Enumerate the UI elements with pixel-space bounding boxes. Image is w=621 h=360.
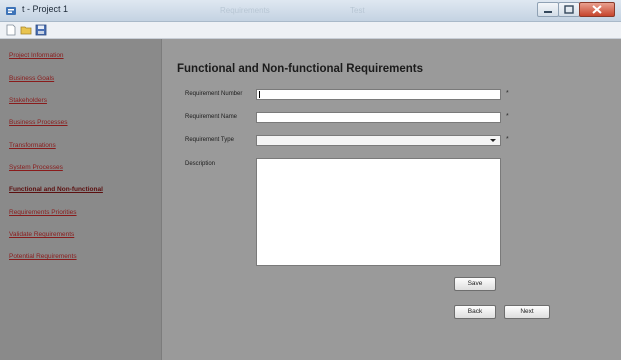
minimize-button[interactable] [537, 2, 559, 17]
sidebar-item-validate-requirements[interactable]: Validate Requirements [9, 231, 74, 238]
close-button[interactable] [579, 2, 615, 17]
window-title-ghost-text: Requirements [220, 6, 270, 15]
text-caret [259, 91, 260, 98]
requirement-name-label: Requirement Name [185, 114, 238, 120]
window-title: t - Project 1 [22, 4, 69, 14]
sidebar-item-business-processes[interactable]: Business Processes [9, 119, 68, 126]
main-panel: Functional and Non-functional Requiremen… [163, 39, 621, 360]
sidebar-item-project-information[interactable]: Project Information [9, 52, 64, 59]
new-document-icon[interactable] [5, 24, 17, 36]
sidebar-item-business-goals[interactable]: Business Goals [9, 75, 54, 82]
dropdown-arrow-icon [490, 139, 496, 142]
save-disk-icon[interactable] [35, 24, 47, 36]
sidebar-item-transformations[interactable]: Transformations [9, 142, 56, 149]
toolbar [0, 22, 621, 39]
save-button[interactable]: Save [454, 277, 496, 291]
next-button[interactable]: Next [504, 305, 550, 319]
window-controls [537, 2, 615, 18]
sidebar-item-system-processes[interactable]: System Processes [9, 164, 63, 171]
sidebar-item-potential-requirements[interactable]: Potential Requirements [9, 253, 77, 260]
requirement-number-label: Requirement Number [185, 91, 243, 97]
description-textarea[interactable] [256, 158, 501, 266]
required-marker: * [506, 136, 509, 143]
requirement-type-select[interactable] [256, 135, 501, 146]
page-title: Functional and Non-functional Requiremen… [177, 63, 423, 75]
close-icon [592, 5, 602, 14]
minimize-icon [544, 11, 552, 13]
back-button[interactable]: Back [454, 305, 496, 319]
sidebar-item-functional-non-functional[interactable]: Functional and Non-functional [9, 186, 103, 193]
sidebar-item-requirements-priorities[interactable]: Requirements Priorities [9, 209, 77, 216]
sidebar-item-stakeholders[interactable]: Stakeholders [9, 97, 47, 104]
required-marker: * [506, 113, 509, 120]
maximize-button[interactable] [558, 2, 580, 17]
requirement-type-label: Requirement Type [185, 137, 234, 143]
maximize-icon [564, 5, 574, 14]
open-folder-icon[interactable] [20, 24, 32, 36]
requirement-number-input[interactable] [256, 89, 501, 100]
app-icon [6, 7, 16, 15]
window-title-bar[interactable]: t - Project 1 Requirements Test [0, 0, 621, 22]
sidebar-nav: Project Information Business Goals Stake… [0, 39, 162, 360]
window-title-ghost-text: Test [350, 6, 365, 15]
description-label: Description [185, 161, 216, 167]
requirement-name-input[interactable] [256, 112, 501, 123]
required-marker: * [506, 90, 509, 97]
